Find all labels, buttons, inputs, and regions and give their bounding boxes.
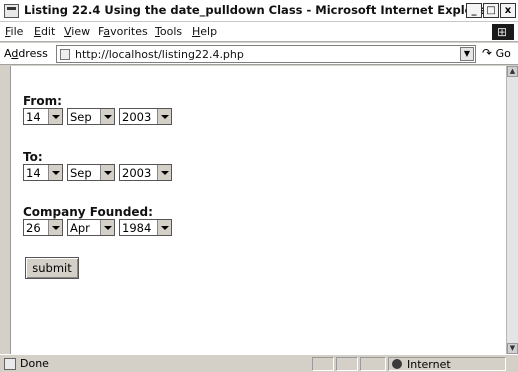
address-value: http://localhost/listing22.4.php xyxy=(75,48,244,61)
vertical-scrollbar[interactable]: ▲ ▼ xyxy=(506,66,518,354)
menu-tools[interactable]: Tools xyxy=(155,25,182,38)
from-label: From: xyxy=(23,94,62,108)
windows-logo-icon xyxy=(492,24,514,40)
to-label: To: xyxy=(23,150,43,164)
from-year-select[interactable]: 2003 xyxy=(119,108,172,125)
address-input[interactable]: http://localhost/listing22.4.php ▼ xyxy=(56,45,476,63)
scroll-up-icon[interactable]: ▲ xyxy=(507,66,518,77)
menu-view[interactable]: View xyxy=(64,25,90,38)
browser-window: Listing 22.4 Using the date_pulldown Cla… xyxy=(0,0,518,372)
security-zone: Internet xyxy=(388,357,506,371)
close-button[interactable]: x xyxy=(500,3,516,18)
status-pane xyxy=(312,357,334,371)
chevron-down-icon xyxy=(48,220,62,235)
to-day-select[interactable]: 14 xyxy=(23,164,63,181)
title-bar: Listing 22.4 Using the date_pulldown Cla… xyxy=(0,0,518,22)
founded-day-select[interactable]: 26 xyxy=(23,219,63,236)
window-title: Listing 22.4 Using the date_pulldown Cla… xyxy=(24,3,492,17)
address-bar: Address http://localhost/listing22.4.php… xyxy=(0,43,518,65)
globe-icon xyxy=(392,359,402,369)
status-pane xyxy=(336,357,358,371)
submit-button[interactable]: submit xyxy=(25,257,79,279)
menu-help[interactable]: Help xyxy=(192,25,217,38)
status-pane xyxy=(360,357,386,371)
from-day-select[interactable]: 14 xyxy=(23,108,63,125)
address-label: Address xyxy=(4,47,48,60)
menu-edit[interactable]: Edit xyxy=(34,25,55,38)
ie-window-icon xyxy=(4,4,19,18)
from-month-select[interactable]: Sep xyxy=(67,108,115,125)
founded-month-select[interactable]: Apr xyxy=(67,219,115,236)
address-dropdown-icon[interactable]: ▼ xyxy=(460,47,474,61)
menu-bar: File Edit View Favorites Tools Help xyxy=(0,22,518,42)
to-year-select[interactable]: 2003 xyxy=(119,164,172,181)
chevron-down-icon xyxy=(100,220,114,235)
company-founded-label: Company Founded: xyxy=(23,205,153,219)
chevron-down-icon xyxy=(48,109,62,124)
chevron-down-icon xyxy=(48,165,62,180)
status-text: Done xyxy=(20,357,49,370)
minimize-button[interactable]: _ xyxy=(466,3,482,18)
maximize-button[interactable]: □ xyxy=(483,3,499,18)
chevron-down-icon xyxy=(100,109,114,124)
go-arrow-icon: ↷ xyxy=(482,46,493,60)
chevron-down-icon xyxy=(157,220,171,235)
menu-file[interactable]: File xyxy=(5,25,23,38)
chevron-down-icon xyxy=(100,165,114,180)
scroll-down-icon[interactable]: ▼ xyxy=(507,343,518,354)
chevron-down-icon xyxy=(157,109,171,124)
page-content: From: 14 Sep 2003 To: 14 Sep 2003 Compan… xyxy=(10,66,506,354)
menu-favorites[interactable]: Favorites xyxy=(98,25,148,38)
chevron-down-icon xyxy=(157,165,171,180)
to-month-select[interactable]: Sep xyxy=(67,164,115,181)
window-controls: _ □ x xyxy=(465,3,516,19)
status-bar: Done Internet xyxy=(0,354,518,372)
go-button[interactable]: ↷ Go xyxy=(482,46,511,60)
page-icon xyxy=(60,49,70,60)
zone-text: Internet xyxy=(407,358,451,371)
page-done-icon xyxy=(4,358,16,370)
founded-year-select[interactable]: 1984 xyxy=(119,219,172,236)
